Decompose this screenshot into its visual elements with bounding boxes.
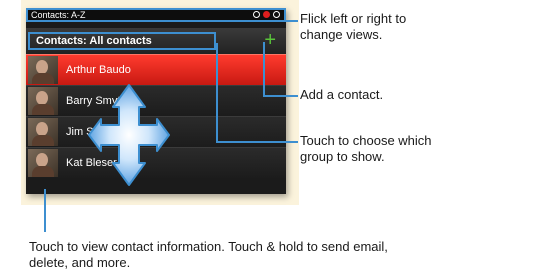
group-bar: Contacts: All contacts + [26,28,286,54]
contact-row[interactable]: Arthur Baudo [26,54,286,85]
status-bar: Contacts: A-Z [26,8,286,22]
callout-leader-line [263,42,265,96]
avatar [28,87,58,115]
avatar [28,118,58,146]
contact-name: Arthur Baudo [66,64,131,76]
callout-group: Touch to choose which group to show. [300,133,432,164]
navigation-key-icon[interactable] [87,83,171,187]
view-dot-active-icon [263,11,270,18]
avatar [28,56,58,84]
callout-view: Touch to view contact information. Touch… [29,239,388,270]
view-dot-icon [253,11,260,18]
callout-add: Add a contact. [300,87,384,102]
view-indicator[interactable] [253,11,280,18]
view-dot-icon [273,11,280,18]
group-selector-button[interactable]: Contacts: All contacts [28,32,216,50]
plus-icon: + [264,29,276,51]
group-selector-label: Contacts: All contacts [36,35,152,47]
add-contact-button[interactable]: + [264,28,276,52]
callout-leader-line [263,95,298,97]
callout-flick: Flick left or right to change views. [300,11,407,42]
avatar [28,149,58,177]
callout-leader-line [216,141,298,143]
callout-leader-line [216,43,218,142]
callout-leader-line [280,20,298,22]
callout-leader-line [44,189,46,232]
status-title: Contacts: A-Z [31,10,86,20]
